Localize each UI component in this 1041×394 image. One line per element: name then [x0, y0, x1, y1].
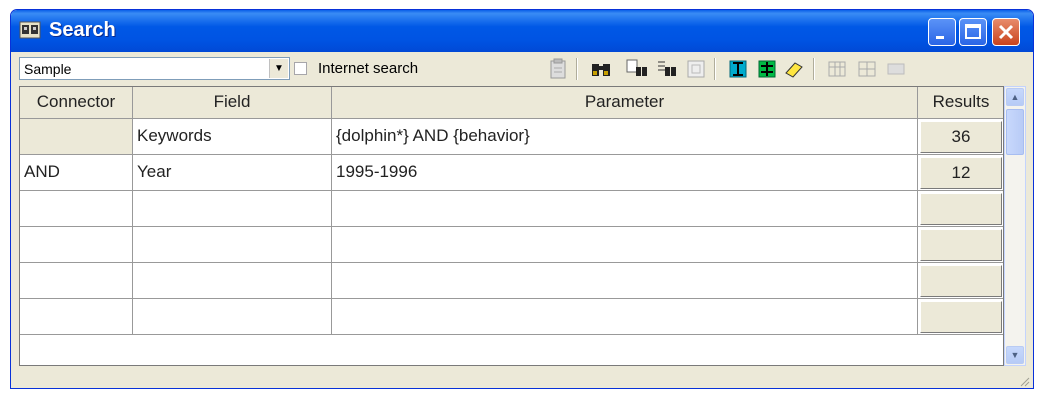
eraser-icon[interactable]: [783, 58, 805, 80]
results-cell: [918, 227, 1003, 263]
results-cell: 12: [918, 155, 1003, 191]
internet-search-label[interactable]: Internet search: [318, 60, 418, 77]
delete-row-icon[interactable]: [756, 58, 778, 80]
connector-cell[interactable]: [20, 227, 133, 263]
results-cell: [918, 299, 1003, 335]
field-cell[interactable]: Keywords: [133, 119, 332, 155]
connector-cell[interactable]: [20, 263, 133, 299]
connector-cell[interactable]: [20, 299, 133, 335]
parameter-cell[interactable]: {dolphin*} AND {behavior}: [332, 119, 918, 155]
connector-cell[interactable]: [20, 191, 133, 227]
parameter-cell[interactable]: [332, 299, 918, 335]
database-select-value: Sample: [24, 61, 72, 77]
connector-cell[interactable]: [20, 119, 133, 155]
field-cell[interactable]: [133, 263, 332, 299]
column-header-parameter[interactable]: Parameter: [332, 87, 918, 119]
table-grid-icon[interactable]: [856, 58, 878, 80]
toolbar-separator: [714, 58, 715, 80]
parameter-cell[interactable]: [332, 191, 918, 227]
results-count-button[interactable]: [920, 193, 1002, 225]
find-next-icon[interactable]: [656, 58, 678, 80]
parameter-cell[interactable]: 1995-1996: [332, 155, 918, 191]
toolbar: Sample ▼ Internet search: [11, 52, 1033, 86]
binoculars-icon[interactable]: [590, 58, 612, 80]
find-in-icon[interactable]: [626, 58, 648, 80]
disabled-doc-icon[interactable]: [685, 58, 707, 80]
parameter-cell[interactable]: [332, 263, 918, 299]
title-bar[interactable]: Search: [11, 10, 1033, 52]
search-criteria-grid: Connector Field Parameter Results Keywor…: [19, 86, 1004, 366]
vertical-scrollbar[interactable]: ▲ ▼: [1004, 86, 1026, 366]
search-window: Search Sample ▼ Internet search Connecto…: [10, 9, 1034, 389]
scroll-thumb[interactable]: [1006, 109, 1024, 155]
field-cell[interactable]: [133, 227, 332, 263]
unknown-icon[interactable]: [885, 58, 907, 80]
field-cell[interactable]: Year: [133, 155, 332, 191]
chevron-down-icon[interactable]: ▼: [269, 59, 288, 78]
minimize-button[interactable]: [928, 18, 956, 46]
internet-search-checkbox[interactable]: [294, 62, 307, 75]
field-cell[interactable]: [133, 299, 332, 335]
clipboard-icon[interactable]: [547, 58, 569, 80]
results-cell: 36: [918, 119, 1003, 155]
results-cell: [918, 191, 1003, 227]
close-button[interactable]: [992, 18, 1020, 46]
maximize-icon: [965, 24, 981, 39]
close-icon: [998, 24, 1014, 40]
column-header-field[interactable]: Field: [133, 87, 332, 119]
results-count-button[interactable]: [920, 265, 1002, 297]
minimize-icon: [936, 36, 944, 39]
results-count-button[interactable]: 12: [920, 157, 1002, 189]
results-count-button[interactable]: [920, 301, 1002, 333]
results-cell: [918, 263, 1003, 299]
window-title: Search: [49, 19, 116, 41]
status-bar: [11, 368, 1033, 388]
column-header-results[interactable]: Results: [918, 87, 1003, 119]
toolbar-separator: [576, 58, 577, 80]
insert-row-icon[interactable]: [727, 58, 749, 80]
results-count-button[interactable]: 36: [920, 121, 1002, 153]
resize-grip-icon[interactable]: [1018, 375, 1030, 387]
scroll-up-icon[interactable]: ▲: [1006, 88, 1024, 106]
results-count-button[interactable]: [920, 229, 1002, 261]
table-icon[interactable]: [826, 58, 848, 80]
parameter-cell[interactable]: [332, 227, 918, 263]
database-select[interactable]: Sample ▼: [19, 57, 290, 80]
scroll-down-icon[interactable]: ▼: [1006, 346, 1024, 364]
connector-cell[interactable]: AND: [20, 155, 133, 191]
search-app-icon: [19, 21, 41, 39]
column-header-connector[interactable]: Connector: [20, 87, 133, 119]
field-cell[interactable]: [133, 191, 332, 227]
maximize-button[interactable]: [959, 18, 987, 46]
toolbar-separator: [813, 58, 814, 80]
